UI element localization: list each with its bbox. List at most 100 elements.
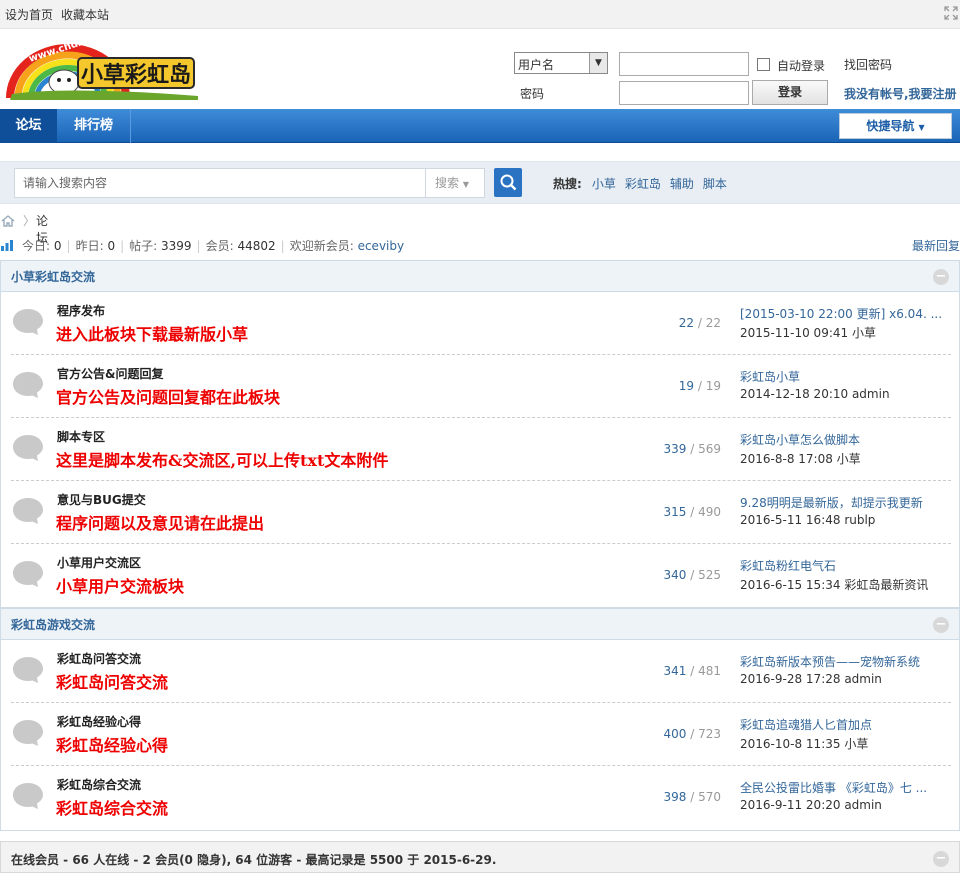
forum-bubble-icon[interactable] [11, 781, 45, 811]
collapse-icon[interactable]: − [933, 851, 949, 867]
password-input[interactable] [619, 81, 749, 105]
stats-chart-icon [1, 240, 13, 251]
hot-search-link[interactable]: 彩虹岛 [625, 177, 661, 191]
search-input[interactable]: 请输入搜索内容 [14, 168, 426, 198]
forum-row: 程序发布 进入此板块下载最新版小草 22 / 22 [2015-03-10 22:00… [11, 292, 951, 355]
latest-reply-link[interactable]: 最新回复 [912, 237, 960, 254]
forum-description: 彩虹岛综合交流 [56, 799, 169, 818]
today-label: 今日: [22, 239, 51, 253]
forum-bubble-icon[interactable] [11, 718, 45, 748]
quick-nav-label: 快捷导航 [866, 119, 915, 133]
forum-name-link[interactable]: 彩虹岛经验心得 [57, 713, 141, 730]
yesterday-label: 昨日: [75, 239, 104, 253]
post-count: 569 [698, 442, 721, 456]
post-count: 22 [705, 316, 721, 330]
set-home-link[interactable]: 设为首页 [5, 8, 53, 22]
forum-name-link[interactable]: 程序发布 [57, 302, 105, 319]
online-members-bar: 在线会员 - 66 人在线 - 2 会员(0 隐身), 64 位游客 - 最高记… [0, 841, 960, 873]
thread-count: 22 [678, 316, 695, 330]
last-post-link[interactable]: 彩虹岛新版本预告——宠物新系统 [740, 653, 945, 670]
last-post-link[interactable]: 彩虹岛小草 [740, 368, 945, 385]
auto-login-label: 自动登录 [777, 59, 826, 73]
auto-login-checkbox[interactable] [757, 58, 770, 71]
search-type-select[interactable]: 搜索 ▼ [425, 168, 485, 198]
forgot-password-link[interactable]: 找回密码 [844, 56, 892, 73]
forum-bubble-icon[interactable] [11, 307, 45, 337]
forum-description: 小草用户交流板块 [56, 577, 185, 596]
thread-count: 398 [663, 790, 687, 804]
last-post-link[interactable]: 彩虹岛小草怎么做脚本 [740, 431, 945, 448]
post-count: 723 [698, 727, 721, 741]
forum-counts: 315 / 490 [663, 505, 721, 519]
forum-counts: 340 / 525 [663, 568, 721, 582]
forum-bubble-icon[interactable] [11, 496, 45, 526]
post-count: 490 [698, 505, 721, 519]
last-post-info: 2015-11-10 09:41 小草 [740, 326, 876, 340]
forum-bubble-icon[interactable] [11, 559, 45, 589]
forum-bubble-icon[interactable] [11, 370, 45, 400]
forum-bubble-icon[interactable] [11, 655, 45, 685]
last-post-link[interactable]: 彩虹岛粉红电气石 [740, 557, 945, 574]
password-label: 密码 [520, 87, 545, 101]
forum-name-link[interactable]: 彩虹岛综合交流 [57, 776, 141, 793]
forum-description: 官方公告及问题回复都在此板块 [56, 388, 281, 407]
tab-rank[interactable]: 排行榜 [57, 109, 131, 143]
thread-count: 340 [663, 568, 687, 582]
forum-description: 彩虹岛经验心得 [56, 736, 169, 755]
forum-name-link[interactable]: 彩虹岛问答交流 [57, 650, 141, 667]
hot-search-label: 热搜: [553, 177, 582, 191]
members-label: 会员: [205, 239, 234, 253]
site-logo[interactable]: www.chdxc.com 小草彩虹岛 [6, 26, 198, 100]
logo-name-text: 小草彩虹岛 [81, 62, 191, 88]
new-member-link[interactable]: eceviby [358, 239, 405, 253]
category-title[interactable]: 小草彩虹岛交流 [11, 268, 95, 285]
category-title[interactable]: 彩虹岛游戏交流 [11, 616, 95, 633]
forum-counts: 400 / 723 [663, 727, 721, 741]
search-button[interactable] [494, 168, 522, 197]
online-members-text: 在线会员 - 66 人在线 - 2 会员(0 隐身), 64 位游客 - 最高记… [11, 853, 497, 867]
forum-counts: 339 / 569 [663, 442, 721, 456]
forum-row: 彩虹岛综合交流 彩虹岛综合交流 398 / 570 全民公投雷比婚事 《彩虹岛》七 .… [11, 766, 951, 829]
search-bar: 请输入搜索内容 搜索 ▼ 热搜: 小草 彩虹岛 辅助 脚本 [0, 161, 960, 204]
hot-search-link[interactable]: 脚本 [703, 177, 727, 191]
collapse-icon[interactable]: − [933, 617, 949, 633]
forum-row: 小草用户交流区 小草用户交流板块 340 / 525 彩虹岛粉红电气石 2016-6-1… [11, 544, 951, 607]
collapse-icon[interactable]: − [933, 269, 949, 285]
register-link[interactable]: 我没有帐号,我要注册 [844, 85, 957, 102]
last-post-info: 2016-9-11 20:20 admin [740, 798, 882, 812]
caret-down-icon: ▼ [462, 180, 469, 189]
fullscreen-icon[interactable] [944, 6, 958, 20]
last-post-info: 2016-9-28 17:28 admin [740, 672, 882, 686]
last-post-info: 2016-5-11 16:48 rublp [740, 513, 876, 527]
username-type-select[interactable]: 用户名 ▼ [514, 52, 608, 74]
last-post-link[interactable]: 全民公投雷比婚事 《彩虹岛》七 ... [740, 779, 945, 796]
forum-name-link[interactable]: 官方公告&问题回复 [57, 365, 163, 382]
last-post-link[interactable]: 彩虹岛追魂猎人匕首加点 [740, 716, 945, 733]
hot-search-link[interactable]: 辅助 [670, 177, 694, 191]
quick-nav-button[interactable]: 快捷导航 ▼ [839, 113, 952, 139]
forum-list: 程序发布 进入此板块下载最新版小草 22 / 22 [2015-03-10 22:00… [0, 292, 960, 608]
forum-bubble-icon[interactable] [11, 433, 45, 463]
hot-search: 热搜: 小草 彩虹岛 辅助 脚本 [553, 175, 736, 192]
forum-description: 进入此板块下载最新版小草 [56, 325, 249, 344]
bookmark-link[interactable]: 收藏本站 [61, 8, 109, 22]
forum-name-link[interactable]: 意见与BUG提交 [57, 491, 146, 508]
last-post-link[interactable]: [2015-03-10 22:00 更新] x6.04. ... [740, 305, 945, 322]
category-header: 小草彩虹岛交流 − [0, 260, 960, 292]
home-icon[interactable] [0, 213, 16, 229]
forum-name-link[interactable]: 脚本专区 [57, 428, 105, 445]
username-input[interactable] [619, 52, 749, 76]
login-button[interactable]: 登录 [752, 80, 828, 105]
forum-stats: 今日: 0 | 昨日: 0 | 帖子: 3399 | 会员: 44802 | 欢迎新会员: ec… [0, 237, 960, 253]
forum-counts: 341 / 481 [663, 664, 721, 678]
forum-name-link[interactable]: 小草用户交流区 [57, 554, 141, 571]
thread-count: 19 [678, 379, 695, 393]
today-count: 0 [53, 239, 62, 253]
last-post-link[interactable]: 9.28明明是最新版，却提示我更新 [740, 494, 945, 511]
search-icon [500, 174, 517, 191]
welcome-label: 欢迎新会员: [289, 239, 354, 253]
tab-forum[interactable]: 论坛 [0, 109, 57, 143]
forum-row: 彩虹岛经验心得 彩虹岛经验心得 400 / 723 彩虹岛追魂猎人匕首加点 2016-1… [11, 703, 951, 766]
last-post-info: 2016-8-8 17:08 小草 [740, 452, 861, 466]
hot-search-link[interactable]: 小草 [592, 177, 616, 191]
